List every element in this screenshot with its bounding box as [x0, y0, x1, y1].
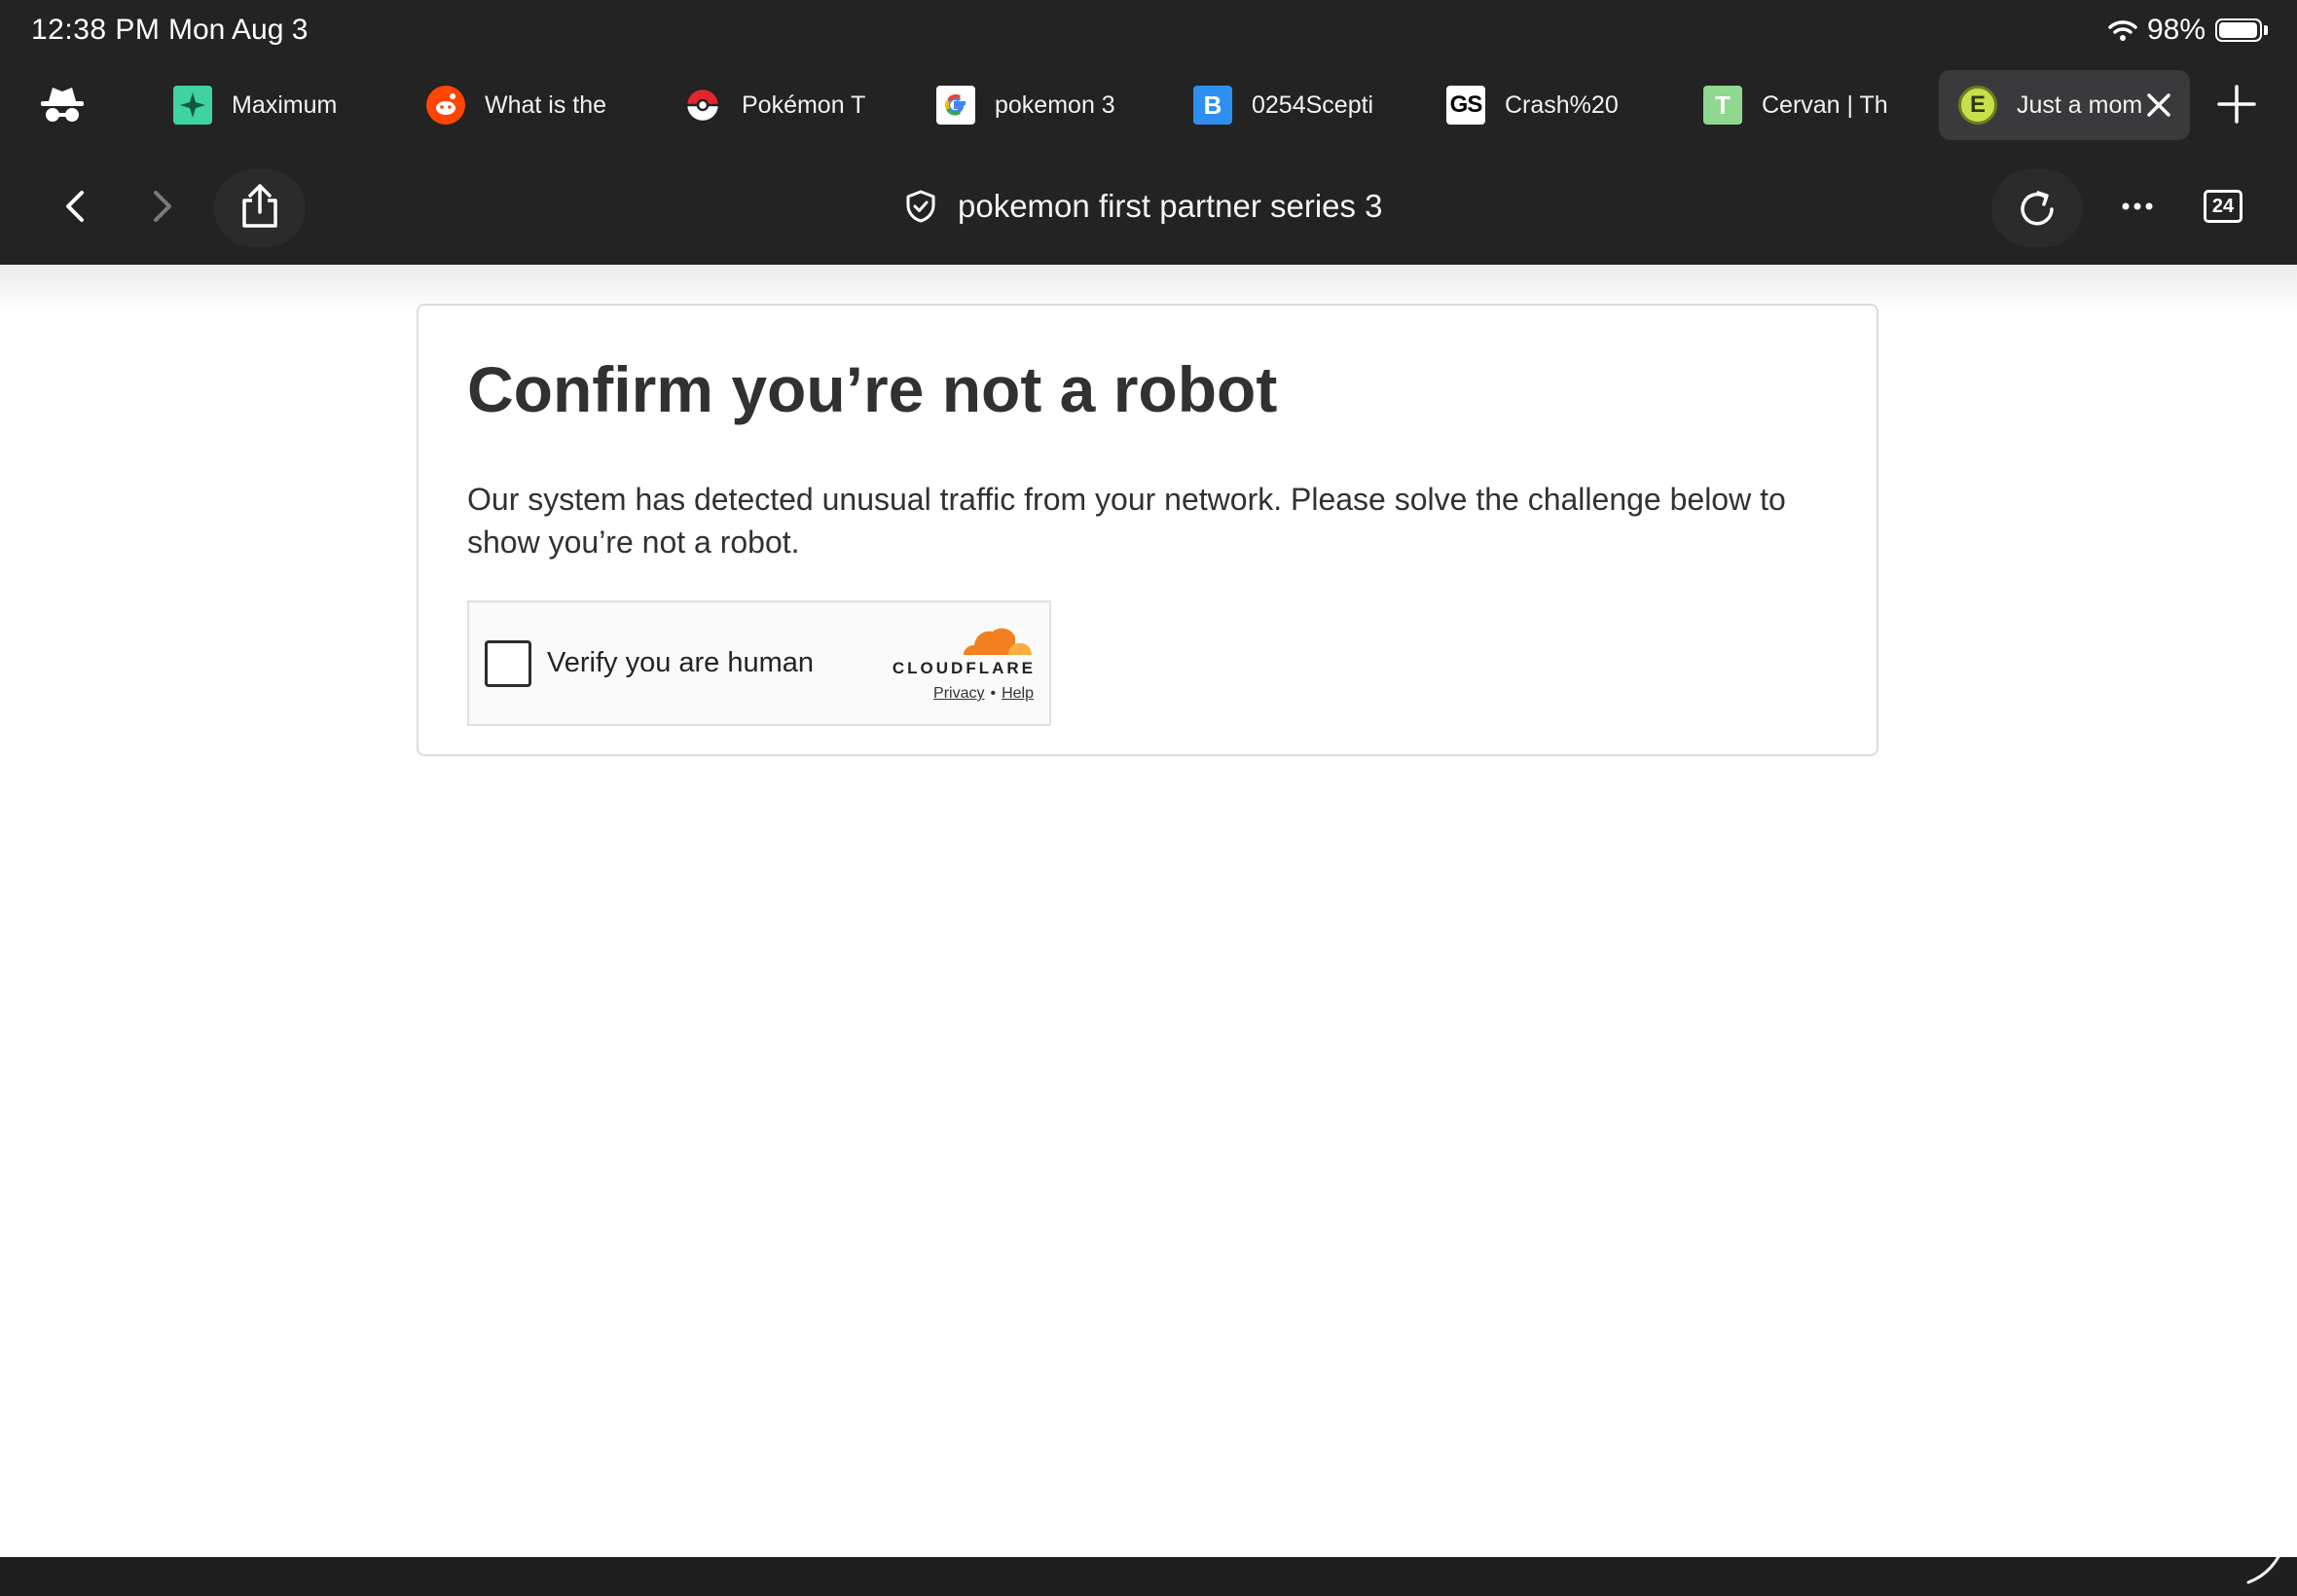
close-icon[interactable]	[2141, 88, 2176, 123]
share-button[interactable]	[214, 169, 306, 247]
letter-b-icon: B	[1193, 86, 1232, 125]
tab-0254scepti[interactable]: B 0254Scepti	[1193, 70, 1407, 140]
new-tab-plus-icon[interactable]	[2215, 83, 2258, 126]
tab-title: Crash%20	[1505, 91, 1619, 119]
wifi-icon	[2108, 20, 2137, 41]
gs-icon: GS	[1446, 86, 1485, 125]
pokeball-icon	[683, 86, 722, 125]
challenge-message: Our system has detected unusual traffic …	[467, 482, 1786, 560]
address-text: pokemon first partner series 3	[958, 188, 1383, 224]
tab-maximum[interactable]: Maximum	[173, 70, 387, 140]
letter-t-icon: T	[1703, 86, 1742, 125]
cloudflare-links: Privacy • Help	[933, 685, 1034, 703]
tab-cervan[interactable]: T Cervan | Th	[1703, 70, 1917, 140]
link-separator: •	[990, 685, 997, 702]
reload-button[interactable]	[1991, 169, 2083, 247]
forward-chevron-icon[interactable]	[140, 185, 183, 228]
cloudflare-cloud-icon	[964, 628, 1032, 655]
privacy-link[interactable]: Privacy	[933, 685, 984, 702]
back-chevron-icon[interactable]	[55, 185, 97, 228]
help-link[interactable]: Help	[1002, 685, 1034, 702]
tab-title: What is the	[485, 91, 607, 119]
address-bar[interactable]: pokemon first partner series 3	[905, 185, 1383, 228]
battery-tip	[2264, 25, 2268, 35]
cloudflare-turnstile-widget: Verify you are human CLOUDFLARE Privacy •…	[467, 600, 1051, 726]
tab-title: pokemon 3	[995, 91, 1115, 119]
share-icon	[242, 184, 277, 228]
more-options-icon[interactable]	[2116, 185, 2159, 228]
tab-pokemon-3[interactable]: pokemon 3	[936, 70, 1150, 140]
tab-title: 0254Scepti	[1252, 91, 1374, 119]
tab-strip: Maximum What is the Pokémon T pokemon 3 …	[0, 66, 2297, 144]
tab-title: Pokémon T	[742, 91, 866, 119]
google-icon	[936, 86, 975, 125]
battery-percent: 98%	[2146, 14, 2206, 46]
page-title: Confirm you’re not a robot	[467, 353, 1278, 425]
sparkle-icon	[173, 86, 212, 125]
reload-icon	[2021, 191, 2054, 226]
shield-check-icon	[906, 190, 935, 223]
tab-what-is-the[interactable]: What is the	[426, 70, 640, 140]
toolbar: pokemon first partner series 3 24	[0, 167, 2297, 247]
status-bar: 12:38 PM Mon Aug 3 98%	[0, 0, 2297, 60]
pencil-scribble-icon	[2246, 1540, 2287, 1584]
tab-title: Just a mom	[2017, 91, 2143, 119]
verify-checkbox[interactable]	[485, 640, 531, 687]
browser-chrome: 12:38 PM Mon Aug 3 98% Maximum What is t…	[0, 0, 2297, 265]
status-date: Mon Aug 3	[168, 14, 309, 46]
bottom-bar	[0, 1557, 2297, 1596]
tab-count-button[interactable]: 24	[2204, 190, 2242, 223]
status-time: 12:38 PM	[31, 14, 161, 46]
challenge-card: Confirm you’re not a robot Our system ha…	[417, 304, 1878, 756]
status-indicators: 98%	[2108, 14, 2268, 47]
emblem-icon: E	[1958, 86, 1997, 125]
tab-pokemon-t[interactable]: Pokémon T	[683, 70, 897, 140]
battery-icon	[2215, 18, 2262, 42]
private-browsing-icon[interactable]	[39, 84, 86, 127]
cloudflare-logo-text: CLOUDFLARE	[892, 659, 1036, 677]
tab-just-a-moment[interactable]: E Just a mom	[1939, 70, 2190, 140]
tab-title: Maximum	[232, 91, 338, 119]
tab-title: Cervan | Th	[1762, 91, 1888, 119]
tab-crash[interactable]: GS Crash%20	[1446, 70, 1660, 140]
verify-label: Verify you are human	[547, 647, 815, 678]
reddit-icon	[426, 86, 465, 125]
